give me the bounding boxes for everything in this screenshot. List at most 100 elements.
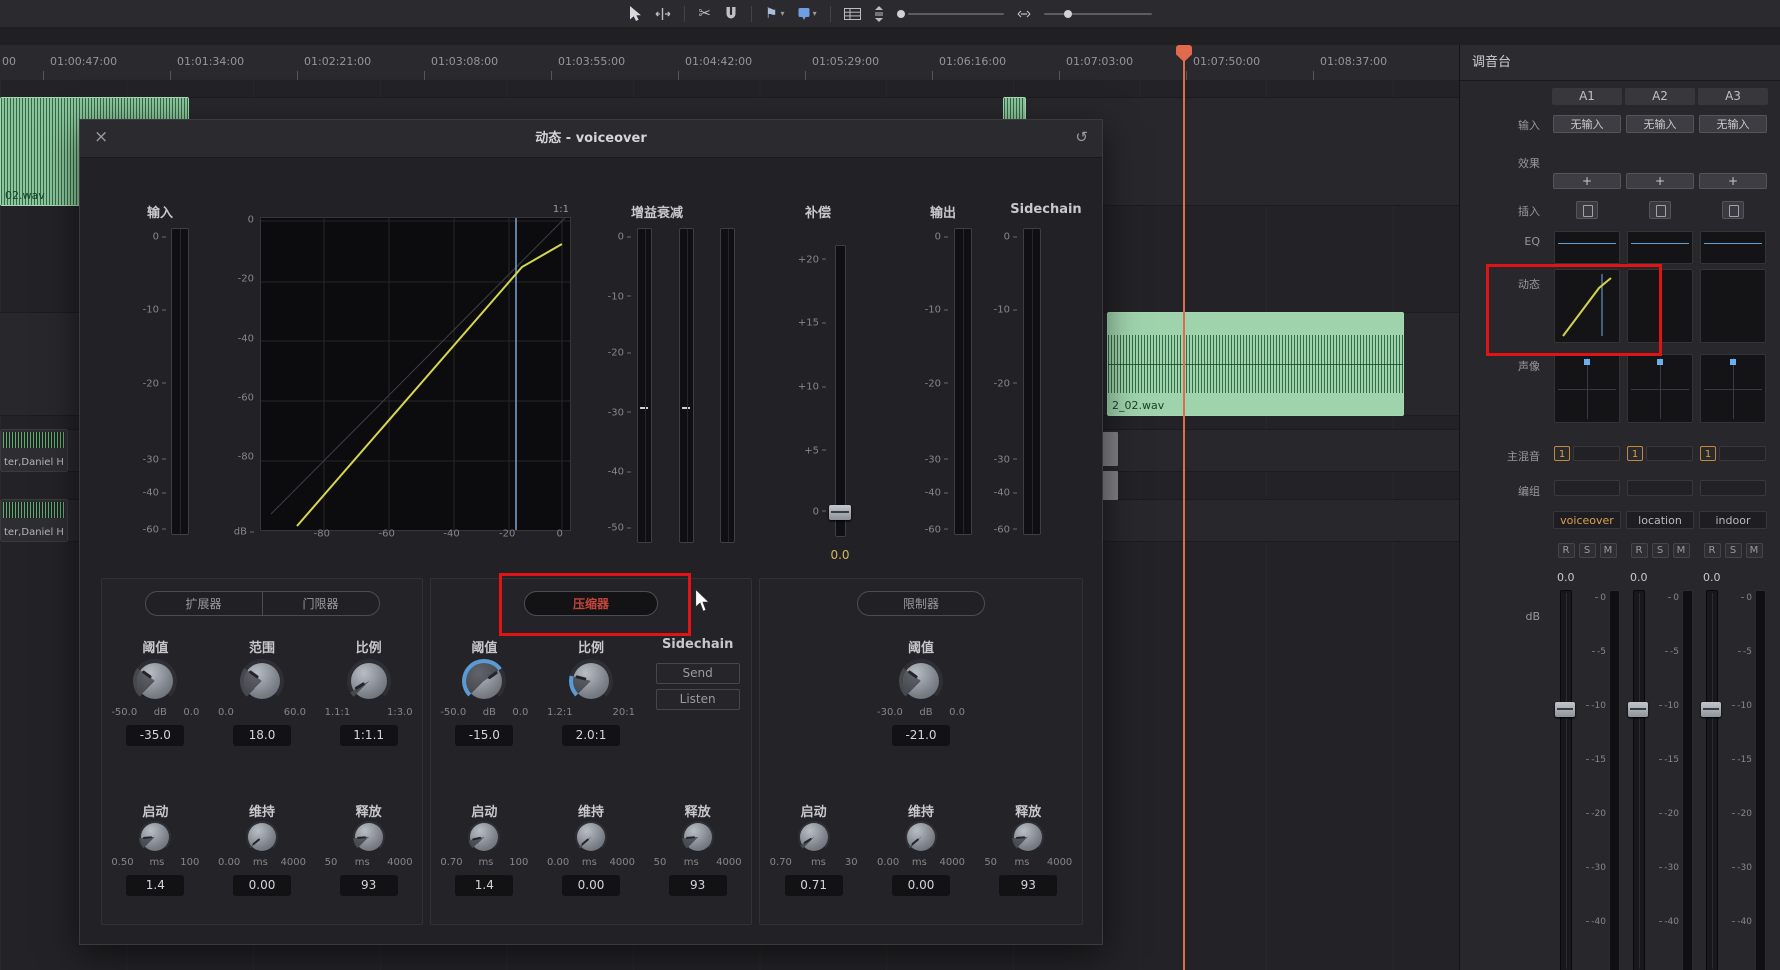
knob-value-box[interactable]: -21.0 <box>892 725 950 746</box>
bus-assign-badge[interactable]: 1 <box>1627 446 1643 461</box>
reset-icon[interactable]: ↺ <box>1075 128 1088 146</box>
timeline-ruler[interactable]: 0001:00:47:0001:01:34:0001:02:21:0001:03… <box>0 45 1459 81</box>
pan-thumbnail[interactable] <box>1627 354 1693 423</box>
add-effect-button[interactable]: + <box>1626 173 1694 189</box>
channel-header[interactable]: A3 <box>1698 88 1768 105</box>
fader-handle[interactable] <box>1628 702 1648 717</box>
flag-caret-icon[interactable]: ▾ <box>781 10 785 18</box>
knob-value-box[interactable]: 18.0 <box>233 725 291 746</box>
m-button[interactable]: M <box>1673 543 1690 558</box>
expander-tab[interactable]: 扩展器 <box>145 591 263 616</box>
audio-clip[interactable] <box>1003 97 1026 121</box>
knob[interactable] <box>1012 821 1044 853</box>
channel-header[interactable]: A2 <box>1625 88 1695 105</box>
knob[interactable] <box>468 821 500 853</box>
dynamics-thumbnail[interactable] <box>1700 269 1766 343</box>
knob[interactable] <box>353 821 385 853</box>
dialog-titlebar[interactable]: × 动态 - voiceover ↺ <box>80 120 1102 158</box>
knob-value-box[interactable]: 0.00 <box>892 875 950 896</box>
knob-value-box[interactable]: 93 <box>340 875 398 896</box>
detail-zoom-track[interactable] <box>908 13 1004 15</box>
knob[interactable] <box>462 659 506 703</box>
playhead-line[interactable] <box>1183 60 1185 970</box>
add-effect-button[interactable]: + <box>1553 173 1621 189</box>
knob-value-box[interactable]: 93 <box>669 875 727 896</box>
knob[interactable] <box>347 659 391 703</box>
knob-value-box[interactable]: 1.4 <box>455 875 513 896</box>
trim-edit-tool-icon[interactable] <box>655 7 671 21</box>
makeup-slider-track[interactable] <box>835 245 846 537</box>
razor-tool-icon[interactable]: ✂ <box>698 6 711 21</box>
fader-handle[interactable] <box>1701 702 1721 717</box>
pan-thumbnail[interactable] <box>1700 354 1766 423</box>
fit-zoom-icon[interactable] <box>1017 10 1031 18</box>
bus-box[interactable] <box>1573 446 1620 461</box>
clip-fragment[interactable] <box>1101 432 1118 466</box>
insert-button[interactable] <box>1649 201 1671 219</box>
knob[interactable] <box>682 821 714 853</box>
knob-value-box[interactable]: -15.0 <box>455 725 513 746</box>
audio-clip[interactable]: ter,Daniel H <box>0 429 68 472</box>
knob-value-box[interactable]: 93 <box>999 875 1057 896</box>
eq-thumbnail[interactable] <box>1627 231 1693 264</box>
knob-value-box[interactable]: -35.0 <box>126 725 184 746</box>
knob[interactable] <box>905 821 937 853</box>
fader-handle[interactable] <box>1555 702 1575 717</box>
m-button[interactable]: M <box>1746 543 1763 558</box>
group-box[interactable] <box>1627 480 1693 496</box>
gate-tab[interactable]: 门限器 <box>262 591 380 616</box>
limiter-tab[interactable]: 限制器 <box>857 591 985 616</box>
fader-track[interactable] <box>1560 590 1572 970</box>
channel-input-select[interactable]: 无输入 <box>1553 115 1621 133</box>
fader-track[interactable] <box>1633 590 1645 970</box>
knob[interactable] <box>246 821 278 853</box>
pan-thumbnail[interactable] <box>1554 354 1620 423</box>
r-button[interactable]: R <box>1558 543 1575 558</box>
timeline-zoom-handle[interactable] <box>1064 10 1072 18</box>
track-height-icon[interactable] <box>874 6 884 22</box>
eq-thumbnail[interactable] <box>1700 231 1766 264</box>
s-button[interactable]: S <box>1652 543 1669 558</box>
timeline-zoom-slider[interactable] <box>1044 13 1152 15</box>
knob[interactable] <box>798 821 830 853</box>
knob[interactable] <box>569 659 613 703</box>
snap-magnet-icon[interactable] <box>724 6 738 21</box>
dynamics-transfer-graph[interactable] <box>260 217 571 531</box>
knob-value-box[interactable]: 1:1.1 <box>340 725 398 746</box>
insert-button[interactable] <box>1722 201 1744 219</box>
bus-assign-badge[interactable]: 1 <box>1554 446 1570 461</box>
timeline-zoom-track[interactable] <box>1044 13 1152 15</box>
track-name[interactable]: voiceover <box>1553 511 1621 529</box>
makeup-slider-handle[interactable] <box>829 505 851 520</box>
fader-level-value[interactable]: 0.0 <box>1703 571 1721 584</box>
channel-input-select[interactable]: 无输入 <box>1626 115 1694 133</box>
track-name[interactable]: location <box>1626 511 1694 529</box>
knob-value-box[interactable]: 0.00 <box>562 875 620 896</box>
insert-button[interactable] <box>1576 201 1598 219</box>
bus-assign-badge[interactable]: 1 <box>1700 446 1716 461</box>
marker-icon[interactable]: ▾ <box>798 7 817 21</box>
r-button[interactable]: R <box>1631 543 1648 558</box>
knob-value-box[interactable]: 2.0:1 <box>562 725 620 746</box>
add-effect-button[interactable]: + <box>1699 173 1767 189</box>
eq-thumbnail[interactable] <box>1554 231 1620 264</box>
knob-value-box[interactable]: 0.71 <box>785 875 843 896</box>
group-box[interactable] <box>1554 480 1620 496</box>
knob-value-box[interactable]: 1.4 <box>126 875 184 896</box>
bus-box[interactable] <box>1646 446 1693 461</box>
selection-tool-icon[interactable] <box>628 5 642 22</box>
track-name[interactable]: indoor <box>1699 511 1767 529</box>
group-box[interactable] <box>1700 480 1766 496</box>
channel-header[interactable]: A1 <box>1552 88 1622 105</box>
detail-zoom-slider[interactable] <box>897 10 1004 18</box>
fader-level-value[interactable]: 0.0 <box>1630 571 1648 584</box>
knob[interactable] <box>240 659 284 703</box>
fader-track[interactable] <box>1706 590 1718 970</box>
bus-box[interactable] <box>1719 446 1766 461</box>
detail-zoom-handle[interactable] <box>897 10 905 18</box>
makeup-value[interactable]: 0.0 <box>818 548 862 562</box>
audio-clip[interactable]: 2_02.wav <box>1107 312 1404 416</box>
channel-input-select[interactable]: 无输入 <box>1699 115 1767 133</box>
sidechain-send-button[interactable]: Send <box>656 663 740 684</box>
knob[interactable] <box>139 821 171 853</box>
